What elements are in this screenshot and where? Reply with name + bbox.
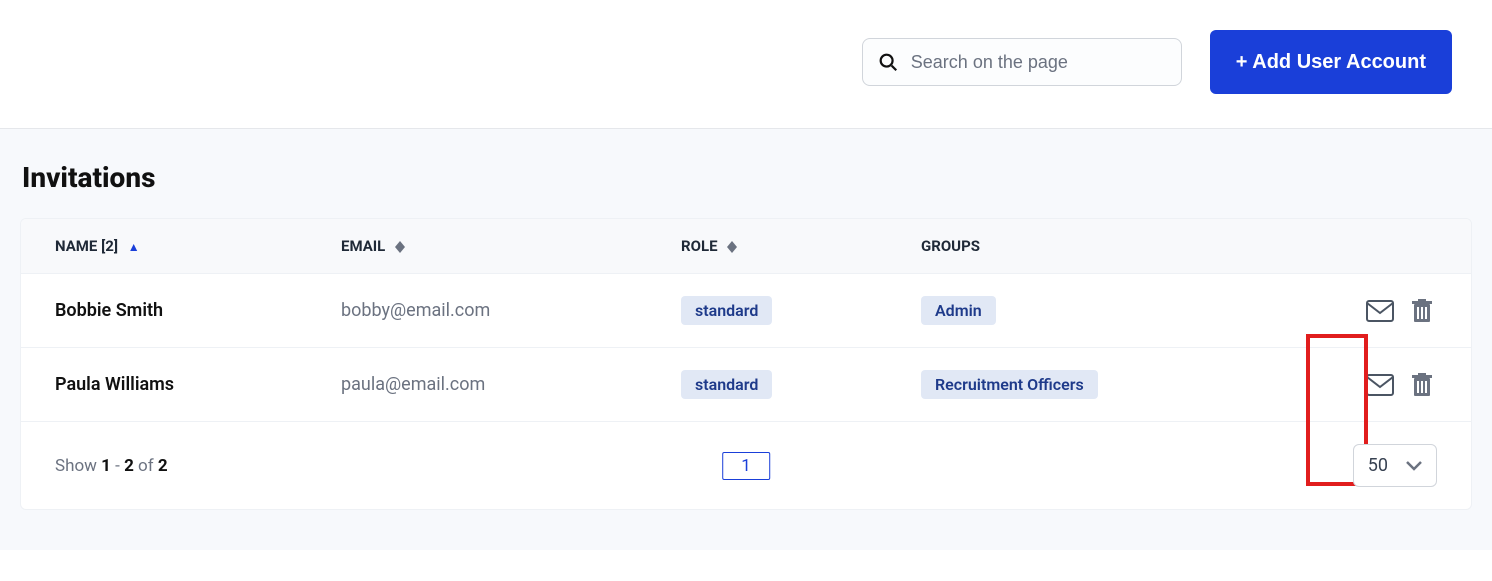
cell-groups: Recruitment Officers [921, 370, 1307, 399]
add-user-account-button[interactable]: + Add User Account [1210, 30, 1452, 94]
cell-name: Bobbie Smith [55, 300, 341, 321]
cell-role: standard [681, 296, 921, 325]
search-icon [877, 51, 899, 73]
resend-mail-button[interactable] [1365, 371, 1395, 399]
role-badge: standard [681, 370, 772, 399]
cell-email: bobby@email.com [341, 300, 681, 321]
mail-icon [1366, 374, 1394, 396]
group-badge: Recruitment Officers [921, 370, 1098, 399]
cell-name: Paula Williams [55, 374, 341, 395]
search-input-wrap[interactable] [862, 38, 1182, 86]
sort-icon [395, 241, 405, 253]
page-number-current[interactable]: 1 [722, 452, 770, 480]
chevron-down-icon [1406, 461, 1422, 471]
trash-icon [1411, 299, 1433, 323]
table-row: Paula Williams paula@email.com standard … [21, 348, 1471, 422]
group-badge: Admin [921, 296, 996, 325]
sort-icon [727, 241, 737, 253]
role-badge: standard [681, 296, 772, 325]
pagination: 1 [722, 456, 770, 476]
section-title: Invitations [22, 161, 1472, 194]
delete-button[interactable] [1407, 371, 1437, 399]
page-size-select[interactable]: 50 [1353, 444, 1437, 487]
footer-range-text: Show 1 - 2 of 2 [55, 456, 168, 476]
topbar: + Add User Account [0, 0, 1492, 129]
table-header-row: NAME [2] ▲ EMAIL ROLE GROUPS [21, 219, 1471, 274]
sort-asc-icon: ▲ [128, 240, 140, 254]
table-row: Bobbie Smith bobby@email.com standard Ad… [21, 274, 1471, 348]
column-header-email[interactable]: EMAIL [341, 237, 681, 255]
cell-email: paula@email.com [341, 374, 681, 395]
column-header-role[interactable]: ROLE [681, 237, 921, 255]
column-header-name[interactable]: NAME [2] ▲ [55, 237, 341, 255]
column-header-groups: GROUPS [921, 237, 1307, 255]
content-area: Invitations NAME [2] ▲ EMAIL ROLE [0, 129, 1492, 550]
trash-icon [1411, 373, 1433, 397]
resend-mail-button[interactable] [1365, 297, 1395, 325]
invitations-table: NAME [2] ▲ EMAIL ROLE GROUPS [20, 218, 1472, 510]
table-body: Bobbie Smith bobby@email.com standard Ad… [21, 274, 1471, 422]
table-footer: Show 1 - 2 of 2 1 50 [21, 422, 1471, 509]
cell-groups: Admin [921, 296, 1307, 325]
delete-button[interactable] [1407, 297, 1437, 325]
page-size-value: 50 [1368, 455, 1388, 476]
cell-role: standard [681, 370, 921, 399]
search-input[interactable] [911, 52, 1167, 73]
mail-icon [1366, 300, 1394, 322]
